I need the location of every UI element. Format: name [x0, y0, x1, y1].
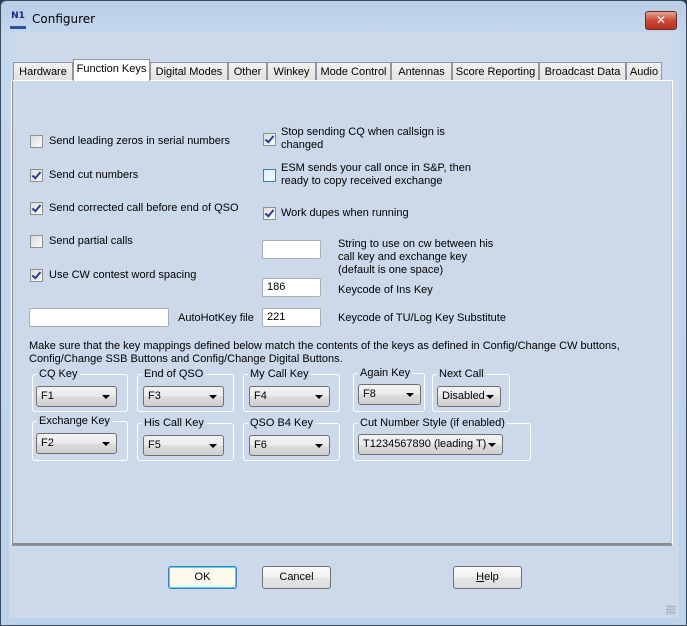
note-line1: Make sure that the key mappings defined …	[29, 340, 620, 352]
function-keys-panel: Send leading zeros in serial numbers Sen…	[11, 80, 673, 546]
cw-string-label-line2: call key and exchange key	[338, 251, 468, 263]
qso-b4-key-value: F6	[254, 439, 267, 451]
tu-keycode-input[interactable]: 221	[262, 308, 321, 327]
work-dupes-checkbox[interactable]	[263, 207, 276, 220]
end-of-qso-value: F3	[148, 390, 161, 402]
send-cut-numbers-checkbox[interactable]	[30, 169, 43, 182]
work-dupes-label: Work dupes when running	[281, 207, 409, 219]
send-leading-zeros-label: Send leading zeros in serial numbers	[49, 135, 230, 147]
close-icon: ✕	[655, 13, 667, 27]
ins-keycode-input[interactable]: 186	[262, 278, 321, 297]
end-of-qso-select[interactable]: F3	[143, 386, 224, 407]
tab-winkey[interactable]: Winkey	[267, 62, 316, 80]
exchange-key-label: Exchange Key	[39, 415, 110, 427]
cw-string-label: String to use on cw between his call key…	[338, 238, 493, 277]
title-bar[interactable]: N1 Configurer ✕	[1, 1, 686, 31]
end-of-qso-label: End of QSO	[144, 368, 204, 380]
autohotkey-file-label: AutoHotKey file	[178, 312, 254, 324]
send-corrected-call-label: Send corrected call before end of QSO	[49, 202, 239, 214]
his-call-key-value: F5	[148, 439, 161, 451]
cancel-button[interactable]: Cancel	[262, 566, 331, 589]
cw-word-spacing-label: Use CW contest word spacing	[49, 269, 197, 281]
tab-broadcast-data[interactable]: Broadcast Data	[539, 62, 626, 80]
stop-cq-label: Stop sending CQ when callsign is changed	[281, 126, 445, 152]
note-line2: Config/Change SSB Buttons and Config/Cha…	[29, 353, 343, 365]
chevron-down-icon	[315, 395, 323, 399]
send-corrected-call-checkbox[interactable]	[30, 202, 43, 215]
qso-b4-key-select[interactable]: F6	[249, 435, 330, 456]
cut-number-style-value: T1234567890 (leading T)	[363, 438, 487, 450]
tab-other[interactable]: Other	[228, 62, 267, 80]
chevron-down-icon	[315, 444, 323, 448]
cw-string-label-line3: (default is one space)	[338, 264, 444, 276]
tab-function-keys[interactable]: Function Keys	[73, 59, 150, 81]
send-cut-numbers-label: Send cut numbers	[49, 169, 139, 181]
chevron-down-icon	[488, 443, 496, 447]
cq-key-label: CQ Key	[39, 368, 78, 380]
send-partial-calls-checkbox[interactable]	[30, 235, 43, 248]
tab-score-reporting[interactable]: Score Reporting	[452, 62, 539, 80]
next-call-select[interactable]: Disabled	[437, 386, 501, 407]
stop-cq-checkbox[interactable]	[263, 133, 276, 146]
tab-digital-modes[interactable]: Digital Modes	[150, 62, 228, 80]
esm-call-once-label: ESM sends your call once in S&P, then re…	[281, 162, 471, 188]
qso-b4-key-label: QSO B4 Key	[250, 417, 313, 429]
chevron-down-icon	[209, 395, 217, 399]
esm-call-once-checkbox[interactable]	[263, 169, 276, 182]
chevron-down-icon	[406, 393, 414, 397]
autohotkey-file-input[interactable]	[29, 308, 169, 327]
again-key-value: F8	[363, 388, 376, 400]
chevron-down-icon	[102, 395, 110, 399]
cut-number-style-label: Cut Number Style (if enabled)	[360, 417, 505, 429]
esm-label-line2: ready to copy received exchange	[281, 175, 443, 187]
key-mapping-note: Make sure that the key mappings defined …	[29, 340, 620, 366]
tab-hardware[interactable]: Hardware	[13, 62, 73, 80]
help-accelerator: H	[476, 571, 485, 583]
cq-key-value: F1	[41, 390, 54, 402]
again-key-select[interactable]: F8	[358, 384, 421, 405]
tab-audio[interactable]: Audio	[626, 62, 662, 80]
his-call-key-select[interactable]: F5	[143, 435, 224, 456]
send-leading-zeros-checkbox[interactable]	[30, 135, 43, 148]
ins-keycode-label: Keycode of Ins Key	[338, 284, 433, 296]
tab-antennas[interactable]: Antennas	[391, 62, 452, 80]
close-button[interactable]: ✕	[645, 11, 677, 30]
his-call-key-label: His Call Key	[144, 417, 204, 429]
help-label-rest: elp	[484, 571, 499, 583]
ok-button[interactable]: OK	[168, 566, 237, 589]
my-call-key-label: My Call Key	[250, 368, 309, 380]
resize-grip[interactable]	[666, 605, 676, 615]
next-call-value: Disabled	[442, 390, 485, 402]
client-area: Hardware Function Keys Digital Modes Oth…	[9, 32, 679, 618]
exchange-key-select[interactable]: F2	[36, 433, 117, 454]
chevron-down-icon	[102, 442, 110, 446]
next-call-label: Next Call	[439, 368, 484, 380]
my-call-key-value: F4	[254, 390, 267, 402]
chevron-down-icon	[209, 444, 217, 448]
send-partial-calls-label: Send partial calls	[49, 235, 133, 247]
cw-string-label-line1: String to use on cw between his	[338, 238, 494, 250]
tab-mode-control[interactable]: Mode Control	[316, 62, 391, 80]
configurer-window: N1 Configurer ✕ Hardware Function Keys D…	[0, 0, 687, 626]
cw-word-spacing-checkbox[interactable]	[30, 269, 43, 282]
my-call-key-select[interactable]: F4	[249, 386, 330, 407]
tab-strip: Hardware Function Keys Digital Modes Oth…	[11, 59, 679, 81]
stop-cq-label-line1: Stop sending CQ when callsign is	[281, 126, 445, 138]
chevron-down-icon	[486, 395, 494, 399]
esm-label-line1: ESM sends your call once in S&P, then	[281, 162, 471, 174]
cut-number-style-select[interactable]: T1234567890 (leading T)	[358, 434, 503, 455]
exchange-key-value: F2	[41, 437, 54, 449]
tu-keycode-label: Keycode of TU/Log Key Substitute	[338, 312, 506, 324]
stop-cq-label-line2: changed	[281, 139, 324, 151]
cw-string-input[interactable]	[262, 240, 321, 259]
again-key-label: Again Key	[360, 367, 411, 379]
app-logo-icon: N1	[10, 12, 26, 29]
cq-key-select[interactable]: F1	[36, 386, 117, 407]
help-button[interactable]: Help	[453, 566, 522, 589]
window-title: Configurer	[32, 12, 96, 26]
